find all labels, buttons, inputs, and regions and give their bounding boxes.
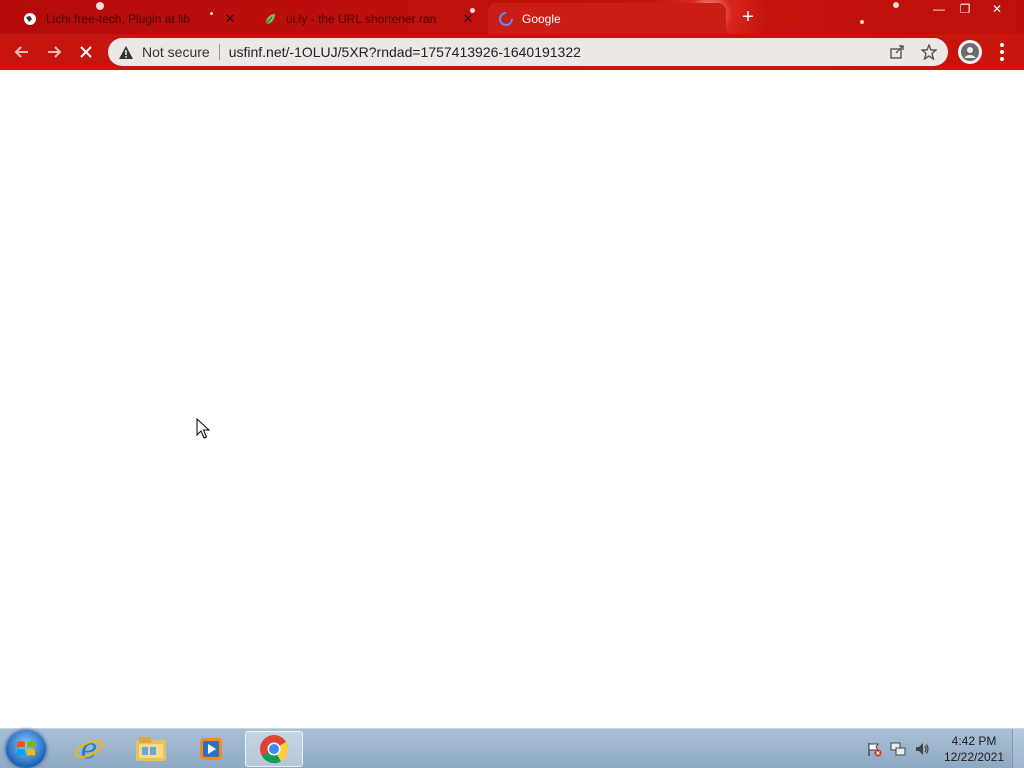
new-tab-button[interactable]: + <box>738 7 758 27</box>
browser-toolbar: Not secure usfinf.net/-1OLUJ/5XR?rndad=1… <box>0 34 1024 70</box>
tab-close-button[interactable]: ✕ <box>460 11 476 27</box>
url-text[interactable]: usfinf.net/-1OLUJ/5XR?rndad=1757413926-1… <box>229 44 581 60</box>
back-button[interactable] <box>8 38 36 66</box>
leaf-icon <box>262 11 278 27</box>
stop-loading-button[interactable] <box>72 38 100 66</box>
clock-date: 12/22/2021 <box>943 750 1005 764</box>
show-desktop-button[interactable] <box>1012 729 1024 768</box>
loading-spinner-icon <box>498 11 514 27</box>
system-clock[interactable]: 4:42 PM 12/22/2021 <box>938 733 1010 765</box>
mouse-cursor-icon <box>196 418 210 439</box>
start-button[interactable] <box>6 730 46 768</box>
share-icon[interactable] <box>888 43 906 61</box>
windows-logo-icon <box>17 741 35 756</box>
tab-title: Google <box>522 11 561 26</box>
address-bar[interactable]: Not secure usfinf.net/-1OLUJ/5XR?rndad=1… <box>108 38 948 66</box>
windows-taskbar: e 4:42 PM 12/22/2021 <box>0 728 1024 768</box>
internet-explorer-icon[interactable]: e <box>60 731 118 767</box>
window-close-button[interactable]: ✕ <box>984 0 1010 18</box>
tab-1[interactable]: Lichi free-tech, Plugin at lib ✕ <box>12 3 248 34</box>
clock-time: 4:42 PM <box>951 734 997 748</box>
network-icon[interactable] <box>890 741 906 757</box>
forward-arrow-icon <box>48 46 62 58</box>
warning-icon[interactable] <box>118 44 134 60</box>
action-center-flag-icon[interactable] <box>866 741 882 757</box>
svg-text:e: e <box>81 734 98 764</box>
tab-title: Lichi free-tech, Plugin at lib <box>46 11 191 26</box>
bookmark-star-icon[interactable] <box>920 43 938 61</box>
browser-window-frame: Lichi free-tech, Plugin at lib ✕ ui.ly -… <box>0 0 1024 70</box>
stop-icon <box>80 46 92 58</box>
security-status-label[interactable]: Not secure <box>142 44 210 60</box>
tab-3[interactable]: Google <box>488 3 726 34</box>
tab-title: ui.ly - the URL shortener ran <box>286 11 437 26</box>
profile-avatar-icon[interactable] <box>958 40 982 64</box>
omnibox-divider <box>218 44 220 60</box>
restore-button[interactable]: ❐ <box>952 0 978 18</box>
file-explorer-icon[interactable] <box>122 731 180 767</box>
tab-2[interactable]: ui.ly - the URL shortener ran ✕ <box>252 3 486 34</box>
browser-menu-button[interactable] <box>994 40 1010 64</box>
forward-button[interactable] <box>40 38 68 66</box>
tab-close-button[interactable]: ✕ <box>222 11 238 27</box>
globe-icon <box>22 11 38 27</box>
tab-strip: Lichi free-tech, Plugin at lib ✕ ui.ly -… <box>0 0 1024 34</box>
minimize-button[interactable]: — <box>926 0 952 18</box>
page-content <box>0 70 1024 728</box>
volume-icon[interactable] <box>914 741 930 757</box>
media-player-icon[interactable] <box>182 731 240 767</box>
chrome-icon[interactable] <box>245 731 303 767</box>
back-arrow-icon <box>14 46 28 58</box>
